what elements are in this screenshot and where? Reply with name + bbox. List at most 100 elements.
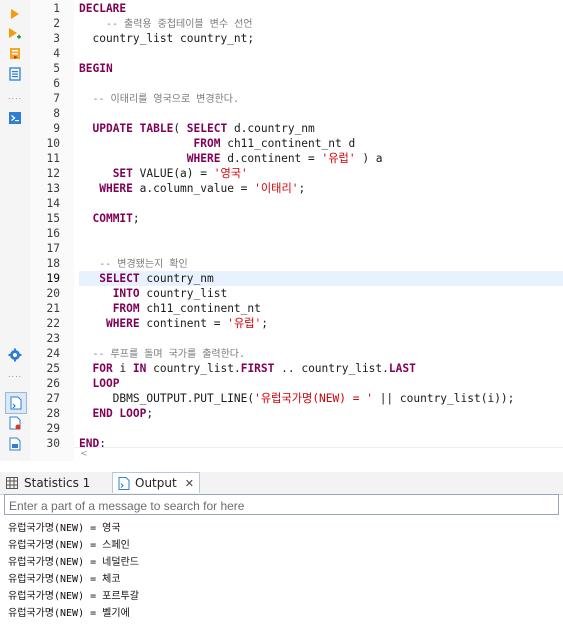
sql-editor[interactable]: DECLARE -- 출력용 중첩테이블 변수 선언 country_list … bbox=[74, 0, 563, 461]
console-icon[interactable] bbox=[7, 110, 23, 126]
line-number: 29 bbox=[46, 422, 60, 435]
line-number: 30 bbox=[46, 437, 60, 450]
output-panel-icon[interactable] bbox=[5, 392, 27, 414]
code-token: i bbox=[112, 362, 133, 375]
code-token: '유럽국가명(NEW) = ' bbox=[254, 392, 373, 405]
line-number: 22 bbox=[46, 317, 60, 330]
line-number: 9 bbox=[53, 122, 60, 135]
code-line[interactable]: INTO country_list bbox=[79, 286, 228, 301]
code-line[interactable]: country_list country_nt; bbox=[79, 31, 254, 46]
scroll-left-icon[interactable]: < bbox=[80, 449, 88, 459]
code-token: -- 출력용 중첩테이블 변수 선언 bbox=[105, 19, 253, 30]
code-line[interactable]: UPDATE TABLE( SELECT d.country_nm bbox=[79, 121, 315, 136]
result-tab-bar: Statistics 1 Output ✕ bbox=[0, 472, 563, 495]
code-line[interactable]: BEGIN bbox=[79, 61, 113, 76]
line-number: 15 bbox=[46, 212, 60, 225]
code-token: country_list. bbox=[146, 362, 241, 375]
code-token: ( bbox=[173, 122, 187, 135]
code-token: ; bbox=[298, 182, 306, 195]
line-number: 11 bbox=[46, 152, 60, 165]
code-line[interactable]: SELECT country_nm bbox=[79, 271, 214, 286]
code-token: ; bbox=[132, 212, 140, 225]
code-token: BEGIN bbox=[79, 62, 113, 75]
horizontal-scrollbar[interactable]: < bbox=[74, 447, 563, 462]
message-search-input[interactable] bbox=[5, 497, 553, 515]
code-line[interactable]: WHERE a.column_value = '이태리'; bbox=[79, 181, 305, 196]
line-number: 28 bbox=[46, 407, 60, 420]
code-token: a.column_value = bbox=[132, 182, 255, 195]
code-token: SELECT bbox=[99, 272, 140, 285]
code-token: COMMIT bbox=[92, 212, 133, 225]
run-current-icon[interactable] bbox=[7, 26, 23, 42]
tab-statistics-label: Statistics 1 bbox=[24, 475, 91, 490]
code-line[interactable]: DBMS_OUTPUT.PUT_LINE('유럽국가명(NEW) = ' || … bbox=[79, 391, 515, 406]
code-line[interactable]: WHERE d.continent = '유럽' ) a bbox=[79, 151, 383, 166]
code-token: continent = bbox=[139, 317, 228, 330]
settings-icon[interactable] bbox=[7, 347, 23, 363]
tab-statistics[interactable]: Statistics 1 bbox=[6, 472, 90, 493]
line-number: 10 bbox=[46, 137, 60, 150]
toolbar-separator: .... bbox=[8, 92, 23, 101]
output-line: 유럽국가명(NEW) = 영국 bbox=[8, 523, 121, 534]
code-line[interactable]: -- 출력용 중첩테이블 변수 선언 bbox=[79, 16, 253, 31]
code-line[interactable]: FROM ch11_continent_nt d bbox=[79, 136, 356, 151]
code-token: END LOOP bbox=[92, 407, 147, 420]
code-token: d.continent = bbox=[220, 152, 322, 165]
code-line[interactable]: WHERE continent = '유럽'; bbox=[79, 316, 268, 331]
line-number: 26 bbox=[46, 377, 60, 390]
code-token: ch11_continent_nt d bbox=[220, 137, 356, 150]
code-line[interactable]: FROM ch11_continent_nt bbox=[79, 301, 261, 316]
code-token: d.country_nm bbox=[227, 122, 315, 135]
line-number: 20 bbox=[46, 287, 60, 300]
code-token: DBMS_OUTPUT.PUT_LINE( bbox=[79, 392, 255, 405]
code-token: -- 변경됐는지 확인 bbox=[99, 259, 188, 270]
code-line[interactable]: -- 변경됐는지 확인 bbox=[79, 256, 188, 271]
code-line[interactable]: FOR i IN country_list.FIRST .. country_l… bbox=[79, 361, 415, 376]
line-number: 18 bbox=[46, 257, 60, 270]
code-line[interactable]: END LOOP; bbox=[79, 406, 153, 421]
code-token: '유럽' bbox=[227, 317, 262, 330]
code-line[interactable]: -- 루프를 돌며 국가를 출력한다. bbox=[79, 346, 245, 361]
line-number: 6 bbox=[53, 77, 60, 90]
output-icon bbox=[118, 476, 130, 490]
output-line: 유럽국가명(NEW) = 체코 bbox=[8, 574, 121, 585]
code-line[interactable]: SET VALUE(a) = '영국' bbox=[79, 166, 248, 181]
run-icon[interactable] bbox=[7, 6, 23, 22]
code-line[interactable]: DECLARE bbox=[79, 1, 126, 16]
code-token: FOR bbox=[92, 362, 113, 375]
code-line[interactable]: COMMIT; bbox=[79, 211, 140, 226]
code-token: .. country_list. bbox=[274, 362, 389, 375]
explain-plan-icon[interactable] bbox=[7, 45, 23, 61]
message-search-box bbox=[4, 494, 559, 515]
close-icon[interactable]: ✕ bbox=[185, 477, 194, 490]
code-token: IN bbox=[132, 362, 147, 375]
line-number: 27 bbox=[46, 392, 60, 405]
code-line[interactable]: -- 이태리를 영국으로 변경한다. bbox=[79, 91, 239, 106]
text-panel-icon[interactable] bbox=[7, 436, 23, 452]
line-number: 7 bbox=[53, 92, 60, 105]
line-number: 4 bbox=[53, 47, 60, 60]
code-token: DECLARE bbox=[79, 2, 127, 15]
tab-output[interactable]: Output ✕ bbox=[112, 472, 200, 493]
tab-output-label: Output bbox=[135, 476, 177, 490]
code-token: SELECT bbox=[186, 122, 228, 135]
code-token: UPDATE TABLE bbox=[92, 122, 174, 135]
line-number: 17 bbox=[46, 242, 60, 255]
code-token: ) a bbox=[355, 152, 383, 165]
code-line[interactable]: LOOP bbox=[79, 376, 119, 391]
format-icon[interactable] bbox=[7, 66, 23, 82]
line-number: 5 bbox=[53, 62, 60, 75]
code-token: FROM bbox=[193, 137, 221, 150]
code-token: '이태리' bbox=[254, 182, 299, 195]
log-panel-icon[interactable] bbox=[7, 415, 23, 431]
